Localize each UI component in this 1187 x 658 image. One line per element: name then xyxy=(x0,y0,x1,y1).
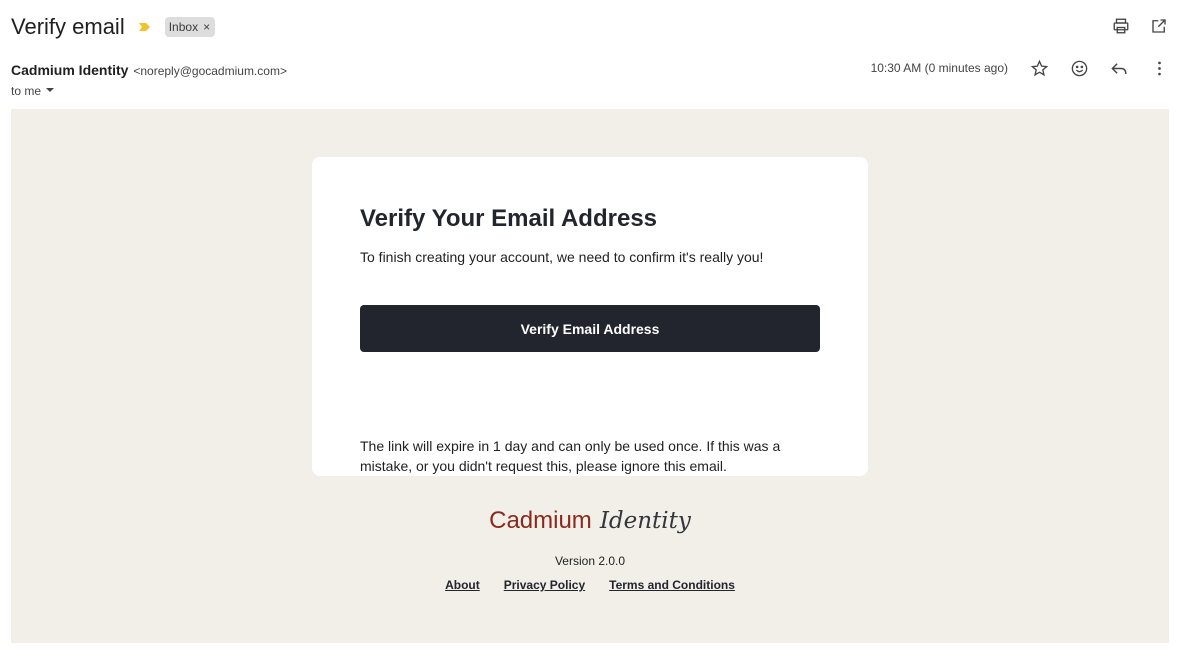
reply-icon[interactable] xyxy=(1109,58,1129,78)
card-intro: To finish creating your account, we need… xyxy=(360,249,764,265)
recipient-toggle[interactable]: to me xyxy=(11,84,55,98)
emoji-icon[interactable] xyxy=(1069,58,1089,78)
timestamp: 10:30 AM (0 minutes ago) xyxy=(870,61,1008,75)
verification-card: Verify Your Email Address To finish crea… xyxy=(312,157,868,476)
email-body: Verify Your Email Address To finish crea… xyxy=(11,109,1169,643)
message-meta: 10:30 AM (0 minutes ago) xyxy=(871,58,1169,78)
print-icon[interactable] xyxy=(1111,16,1131,36)
subject-row: Verify email Inbox × xyxy=(11,12,216,42)
label-chip-inbox[interactable]: Inbox × xyxy=(164,17,216,37)
about-link[interactable]: About xyxy=(445,578,480,592)
version-text: Version 2.0.0 xyxy=(554,554,626,568)
card-note: The link will expire in 1 day and can on… xyxy=(360,438,781,474)
label-chip-text: Inbox xyxy=(168,19,199,34)
open-in-new-window-icon[interactable] xyxy=(1149,16,1169,36)
sender-row: Cadmium Identity <noreply@gocadmium.com> xyxy=(11,62,287,78)
privacy-policy-link[interactable]: Privacy Policy xyxy=(504,578,585,592)
chevron-down-icon[interactable] xyxy=(45,84,55,98)
brand-secondary: Identity xyxy=(599,508,691,534)
card-title: Verify Your Email Address xyxy=(360,205,658,232)
brand-primary: Cadmium xyxy=(489,507,592,534)
recipient-label: to me xyxy=(11,84,42,98)
terms-and-conditions-link[interactable]: Terms and Conditions xyxy=(609,578,735,592)
footer-links: About Privacy Policy Terms and Condition… xyxy=(11,578,1169,592)
sender-email: <noreply@gocadmium.com> xyxy=(133,64,287,78)
top-actions xyxy=(1111,16,1169,36)
remove-label-button[interactable]: × xyxy=(203,20,210,34)
email-subject: Verify email xyxy=(11,14,125,39)
more-vert-icon[interactable] xyxy=(1149,58,1169,78)
brand-logo: Cadmium Identity xyxy=(11,507,1169,535)
importance-marker-icon[interactable] xyxy=(138,20,152,34)
sender-name[interactable]: Cadmium Identity xyxy=(11,62,128,78)
star-icon[interactable] xyxy=(1029,58,1049,78)
verify-email-button[interactable]: Verify Email Address xyxy=(360,305,820,352)
